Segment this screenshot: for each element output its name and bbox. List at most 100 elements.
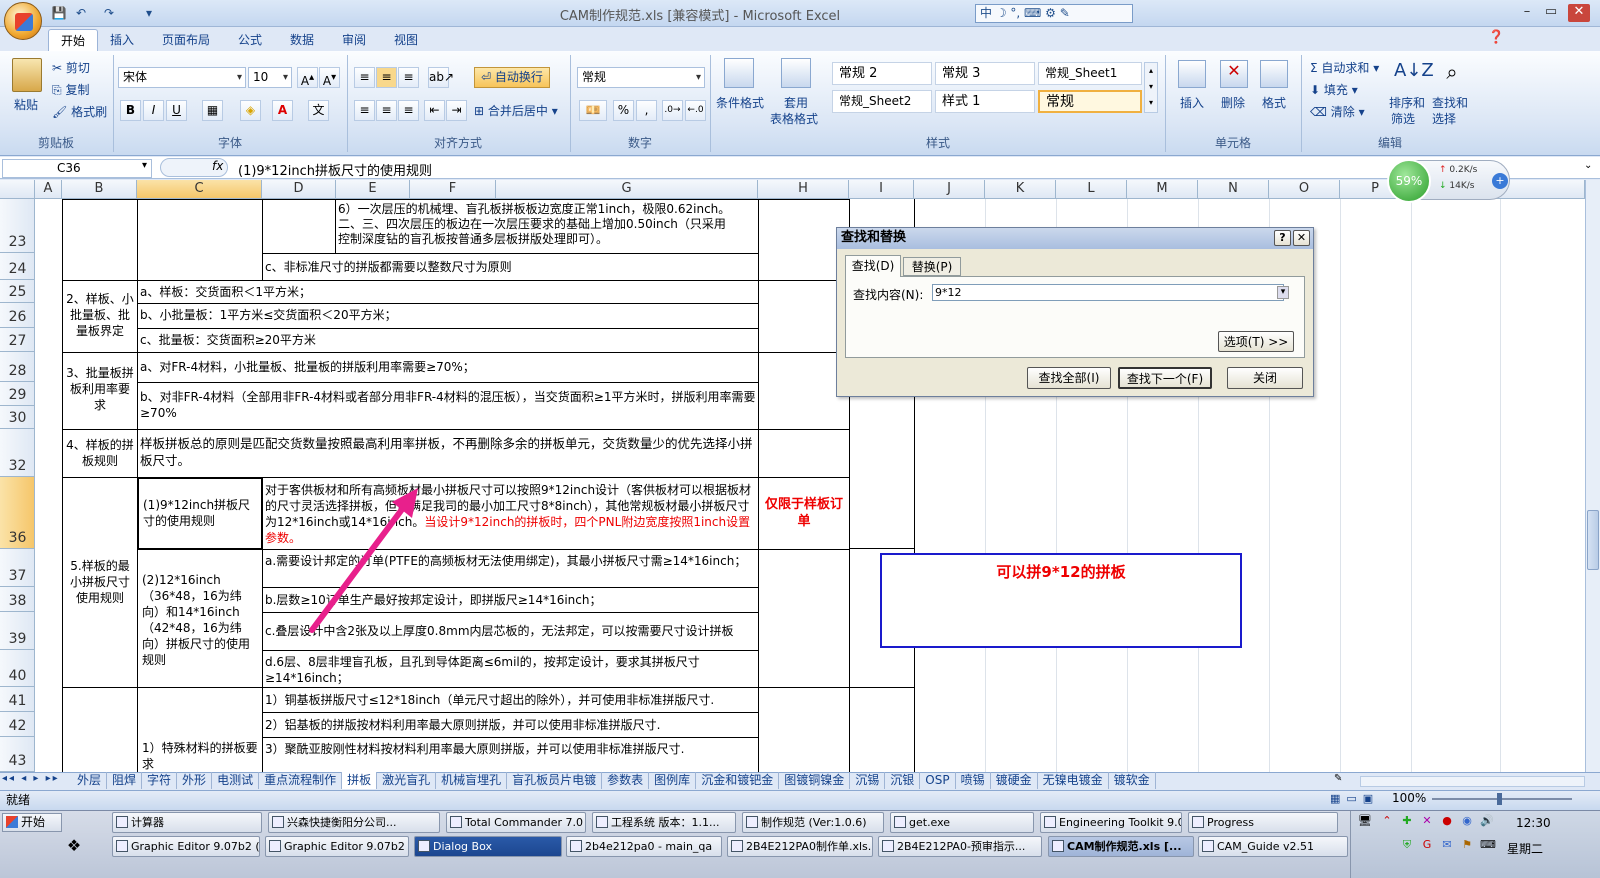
tab-review[interactable]: 审阅 [330,29,378,51]
align-bottom-icon[interactable]: ≡ [398,67,419,88]
zoom-slider-thumb[interactable] [1497,793,1502,805]
column-header-j[interactable]: J [914,180,985,199]
cell-c32[interactable]: 样板拼板总的原则是匹配交货数量按照最高利用率拼板，不再删除多余的拼板单元，交货数… [137,429,759,478]
row-header-24[interactable]: 24 [0,253,35,280]
office-button[interactable] [4,2,42,40]
fx-icon[interactable]: fx [212,159,223,173]
style-normal-2[interactable]: 常规 2 [832,62,932,85]
binoculars-icon[interactable]: ⌕ [1438,60,1466,88]
column-header-c[interactable]: C [137,180,262,199]
sheet-tab[interactable]: 镀硬金 [991,772,1038,789]
styles-scroll[interactable]: ▴ ▾ ▾ [1144,62,1158,113]
taskbar-button[interactable]: 2B4E212PA0制作单.xls... [727,836,873,857]
tray-security-icon[interactable]: ⛨ [1400,838,1414,852]
column-header-m[interactable]: M [1127,180,1198,199]
font-name-combo[interactable]: 宋体 [118,67,246,88]
decrease-indent-icon[interactable]: ⇤ [424,100,445,121]
formula-input[interactable]: (1)9*12inch拼板尺寸的使用规则 [238,160,432,179]
dialog-close-icon[interactable]: ✕ [1293,230,1310,246]
column-header-k[interactable]: K [985,180,1056,199]
column-header-h[interactable]: H [758,180,849,199]
row-header-27[interactable]: 27 [0,328,35,352]
sort-filter-icon[interactable]: A↓Z [1394,60,1434,88]
italic-button[interactable]: I [143,100,164,121]
cell-d41[interactable]: 1）铜基板拼版尺寸≤12*18inch（单元尺寸超出的除外），并可使用非标准拼版… [262,687,759,713]
find-select-button[interactable]: 查找和 [1432,94,1468,111]
cell-d42[interactable]: 2）铝基板的拼版按材料利用率最大原则拼版，并可以使用非标准拼版尺寸. [262,712,759,738]
sheet-tab[interactable]: 重点流程制作 [259,772,343,789]
sheet-tab[interactable]: 机械盲埋孔 [436,772,508,789]
wrap-text-button[interactable]: ⏎ 自动换行 [474,67,550,88]
options-button[interactable]: 选项(T) >> [1218,331,1294,352]
column-header-n[interactable]: N [1198,180,1269,199]
paste-icon[interactable] [12,58,42,92]
sheet-tab[interactable]: 参数表 [602,772,650,789]
style-normal[interactable]: 常规 [1038,90,1142,113]
taskbar-button[interactable]: 计算器 [112,812,262,833]
conditional-format-button[interactable]: 条件格式 [716,94,764,111]
tab-replace[interactable]: 替换(P) [903,257,961,276]
percent-button[interactable]: % [613,100,634,121]
zoom-slider[interactable] [1432,798,1572,800]
paste-button[interactable]: 粘贴 [14,96,38,113]
row-header-37[interactable]: 37 [0,549,35,587]
align-top-icon[interactable]: ≡ [354,67,375,88]
select-all-corner[interactable] [0,180,35,199]
style-normal-sheet1[interactable]: 常规_Sheet1 [1038,62,1142,85]
taskbar-button[interactable]: get.exe [890,812,1034,833]
sheet-tab[interactable]: 沉金和镀钯金 [696,772,780,789]
tab-home[interactable]: 开始 [48,29,99,51]
row-header-39[interactable]: 39 [0,612,35,650]
cell-h32[interactable] [758,429,850,478]
row-header-42[interactable]: 42 [0,712,35,737]
sheet-tab[interactable]: 阻焊 [107,772,143,789]
copy-button[interactable]: ⎘ 复制 [52,81,89,98]
format-as-table-label[interactable]: 表格格式 [770,110,818,127]
row-header-25[interactable]: 25 [0,280,35,303]
sheet-tab[interactable]: 喷锡 [956,772,991,789]
row-header-26[interactable]: 26 [0,303,35,328]
maximize-button[interactable]: ▭ [1540,4,1562,22]
increase-indent-icon[interactable]: ⇥ [446,100,467,121]
row-header-40[interactable]: 40 [0,650,35,687]
taskbar-button[interactable]: Dialog Box [414,836,562,857]
cell-h37[interactable] [758,549,850,688]
cell-e23[interactable]: 6）一次层压的机械埋、盲孔板拼板板边宽度正常1inch，极限0.62inch。 … [335,199,759,254]
find-next-button[interactable]: 查找下一个(F) [1118,367,1212,389]
find-select-label[interactable]: 选择 [1432,110,1456,127]
row-header-28[interactable]: 28 [0,352,35,382]
horizontal-scrollbar[interactable] [1360,776,1585,787]
row-header-41[interactable]: 41 [0,687,35,712]
cell-c26[interactable]: b、小批量板：1平方米≤交货面积＜20平方米； [137,303,759,329]
sheet-tab[interactable]: 沉锡 [850,772,886,789]
tray-g-icon[interactable]: G [1420,838,1434,852]
taskbar-button[interactable]: 工程系统 版本：1.1... [592,812,736,833]
tray-ime-icon[interactable]: ⌨ [1480,838,1496,852]
cell-b25[interactable]: 2、样板、小批量板、批量板界定 [62,280,138,353]
row-header-23[interactable]: 23 [0,199,35,253]
start-button[interactable]: 开始 [2,813,62,832]
cell-c23[interactable] [137,199,263,281]
number-format-combo[interactable]: 常规 [577,67,705,88]
font-color-icon[interactable]: A [272,100,293,121]
clear-button[interactable]: ⌫ 清除 ▾ [1310,103,1365,120]
style-1[interactable]: 样式 1 [935,90,1035,113]
font-size-combo[interactable]: 10 [248,67,292,88]
taskbar-button[interactable]: Total Commander 7.0 ... [446,812,586,833]
column-header-l[interactable]: L [1056,180,1127,199]
dialog-help-icon[interactable]: ? [1274,230,1291,246]
minimize-button[interactable]: – [1516,4,1538,22]
cell-b41[interactable] [62,687,138,777]
sheet-nav-arrows[interactable]: ◂◂ ◂ ▸ ▸▸ [2,773,60,784]
tray-chat-icon[interactable]: ✉ [1440,838,1454,852]
format-painter-button[interactable]: 🖌 格式刷 [52,103,107,120]
delete-cells-button[interactable]: 删除 [1221,94,1245,111]
sort-filter-button[interactable]: 排序和 [1389,94,1425,111]
autosum-button[interactable]: Σ 自动求和 ▾ [1310,59,1379,76]
cell-c42[interactable]: 1）特殊材料的拼板要求 [137,687,263,777]
taskbar-button[interactable]: Graphic Editor 9.07b2 (... [112,836,260,857]
cell-c27[interactable]: c、批量板：交货面积≥20平方米 [137,328,759,353]
sheet-tab[interactable]: 图例库 [649,772,697,789]
tab-page-layout[interactable]: 页面布局 [150,29,222,51]
format-as-table-button[interactable]: 套用 [784,94,808,111]
